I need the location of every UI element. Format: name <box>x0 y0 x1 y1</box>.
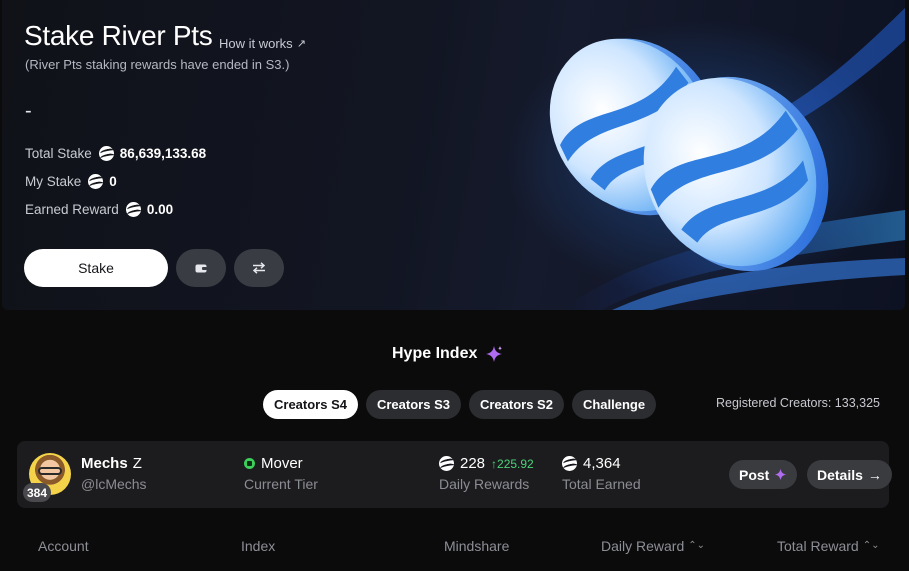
tier-label: Current Tier <box>244 476 318 492</box>
page-title: Stake River Pts <box>24 20 213 51</box>
earned-reward-label: Earned Reward <box>25 202 119 217</box>
how-it-works-label: How it works <box>219 36 293 51</box>
tab-challenge[interactable]: Challenge <box>571 390 657 419</box>
total-earned-amount: 4,364 <box>583 455 621 472</box>
creator-handle: @lcMechs <box>81 476 147 492</box>
wallet-icon <box>195 264 207 273</box>
total-earned-label: Total Earned <box>562 476 641 492</box>
creator-name-suffix: Z <box>132 455 142 472</box>
tab-creators-s3[interactable]: Creators S3 <box>365 390 461 419</box>
tab-creators-s4[interactable]: Creators S4 <box>263 390 358 419</box>
col-index[interactable]: Index <box>241 538 275 554</box>
total-earned-value: 4,364 <box>562 455 621 472</box>
post-label: Post <box>739 466 770 483</box>
col-total-reward-label: Total Reward <box>777 538 859 554</box>
my-stake-label: My Stake <box>25 174 82 189</box>
col-total-reward[interactable]: Total Reward ⌃⌄ <box>777 538 879 554</box>
stake-button[interactable]: Stake <box>24 249 168 287</box>
river-coin-icon <box>88 174 104 189</box>
daily-rewards-value: 228 ↑225.92 <box>439 455 534 472</box>
river-coin-icon <box>125 202 141 217</box>
col-account[interactable]: Account <box>38 538 89 554</box>
season-tabs: Creators S4 Creators S3 Creators S2 Chal… <box>263 390 657 419</box>
tier-badge-icon <box>244 458 255 469</box>
creator-name-text: Mechs <box>81 455 128 472</box>
daily-rewards-amount: 228 <box>460 455 486 472</box>
hype-index-title: Hype Index <box>392 345 478 362</box>
swap-button[interactable] <box>234 249 284 287</box>
registered-creators-count: Registered Creators: 133,325 <box>716 396 880 410</box>
daily-rewards-label: Daily Rewards <box>439 476 530 492</box>
stake-placeholder-value: - <box>25 100 32 122</box>
earned-reward-row: Earned Reward 0.00 <box>25 202 173 217</box>
staking-ended-notice: (River Pts staking rewards have ended in… <box>25 57 290 72</box>
creator-name: Mechs Z <box>81 455 142 472</box>
sparkle-icon <box>486 346 503 362</box>
rank-badge: 384 <box>23 483 52 502</box>
earned-reward-value: 0.00 <box>146 202 174 217</box>
daily-rewards-delta: ↑225.92 <box>491 456 534 471</box>
col-mindshare[interactable]: Mindshare <box>444 538 509 554</box>
hype-index-heading: Hype Index <box>392 345 503 363</box>
tier-value: Mover <box>244 455 303 472</box>
external-arrow-icon: ↗ <box>296 38 306 50</box>
tab-creators-s2[interactable]: Creators S2 <box>468 390 564 419</box>
my-stake-value: 0 <box>109 174 117 189</box>
arrow-right-icon: → <box>867 466 882 483</box>
river-coin-icon <box>439 456 454 471</box>
my-creator-card: 384 Mechs Z @lcMechs Mover Current Tier … <box>17 441 892 508</box>
total-stake-value: 86,639,133.68 <box>119 146 207 161</box>
tier-name: Mover <box>261 455 303 472</box>
details-button[interactable]: Details → <box>807 460 892 489</box>
swap-arrows-icon <box>252 262 266 274</box>
river-coin-icon <box>562 456 577 471</box>
details-label: Details <box>817 466 863 483</box>
post-button[interactable]: Post <box>729 460 798 489</box>
sparkle-icon <box>775 468 787 481</box>
stake-card: Stake River Pts How it works ↗ (River Pt… <box>2 0 905 310</box>
river-coin-icon <box>98 146 114 161</box>
col-daily-reward-label: Daily Reward <box>601 538 685 554</box>
total-stake-row: Total Stake 86,639,133.68 <box>25 146 206 161</box>
sort-icon: ⌃⌄ <box>862 540 880 551</box>
total-stake-label: Total Stake <box>25 146 92 161</box>
my-stake-row: My Stake 0 <box>25 174 117 189</box>
avatar-glasses <box>38 467 62 475</box>
col-daily-reward[interactable]: Daily Reward ⌃⌄ <box>601 538 705 554</box>
daily-delta-amount: 225.92 <box>497 456 534 471</box>
wallet-button[interactable] <box>176 249 226 287</box>
how-it-works-link[interactable]: How it works ↗ <box>219 36 306 51</box>
sort-icon: ⌃⌄ <box>688 540 706 551</box>
